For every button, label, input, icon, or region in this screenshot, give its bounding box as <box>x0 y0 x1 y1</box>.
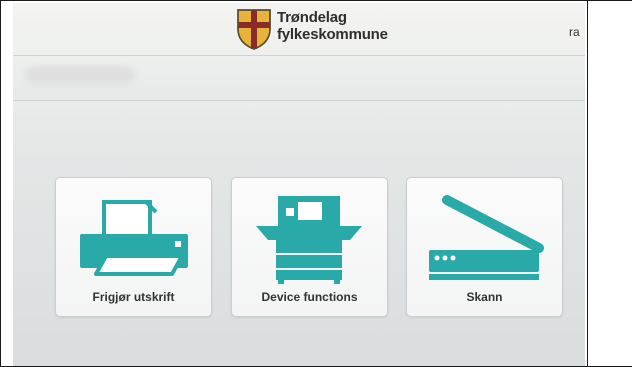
toolbar <box>13 56 585 101</box>
header: Trøndelag fylkeskommune ra <box>13 3 585 55</box>
release-print-tile[interactable]: Frigjør utskrift <box>55 177 212 317</box>
scan-tile[interactable]: Skann <box>406 177 563 317</box>
device-screen: Trøndelag fylkeskommune ra Frigjør utskr… <box>13 3 585 366</box>
copier-icon <box>256 196 362 284</box>
printer-icon <box>80 200 188 276</box>
device-functions-tile[interactable]: Device functions <box>231 177 388 317</box>
scanner-icon <box>429 195 544 280</box>
photo-edge-panel <box>587 1 632 366</box>
brand-line-2: fylkeskommune <box>277 26 388 43</box>
coat-of-arms-logo <box>237 9 271 50</box>
tile-label: Frigjør utskrift <box>92 290 175 304</box>
photo-frame: Trøndelag fylkeskommune ra Frigjør utskr… <box>0 0 632 367</box>
brand-name: Trøndelag fylkeskommune <box>277 9 388 43</box>
blurred-toolbar-item <box>25 66 135 84</box>
tile-label: Device functions <box>261 290 358 304</box>
user-name[interactable]: ra <box>569 25 580 39</box>
brand-line-1: Trøndelag <box>277 9 347 26</box>
tile-label: Skann <box>466 290 503 304</box>
